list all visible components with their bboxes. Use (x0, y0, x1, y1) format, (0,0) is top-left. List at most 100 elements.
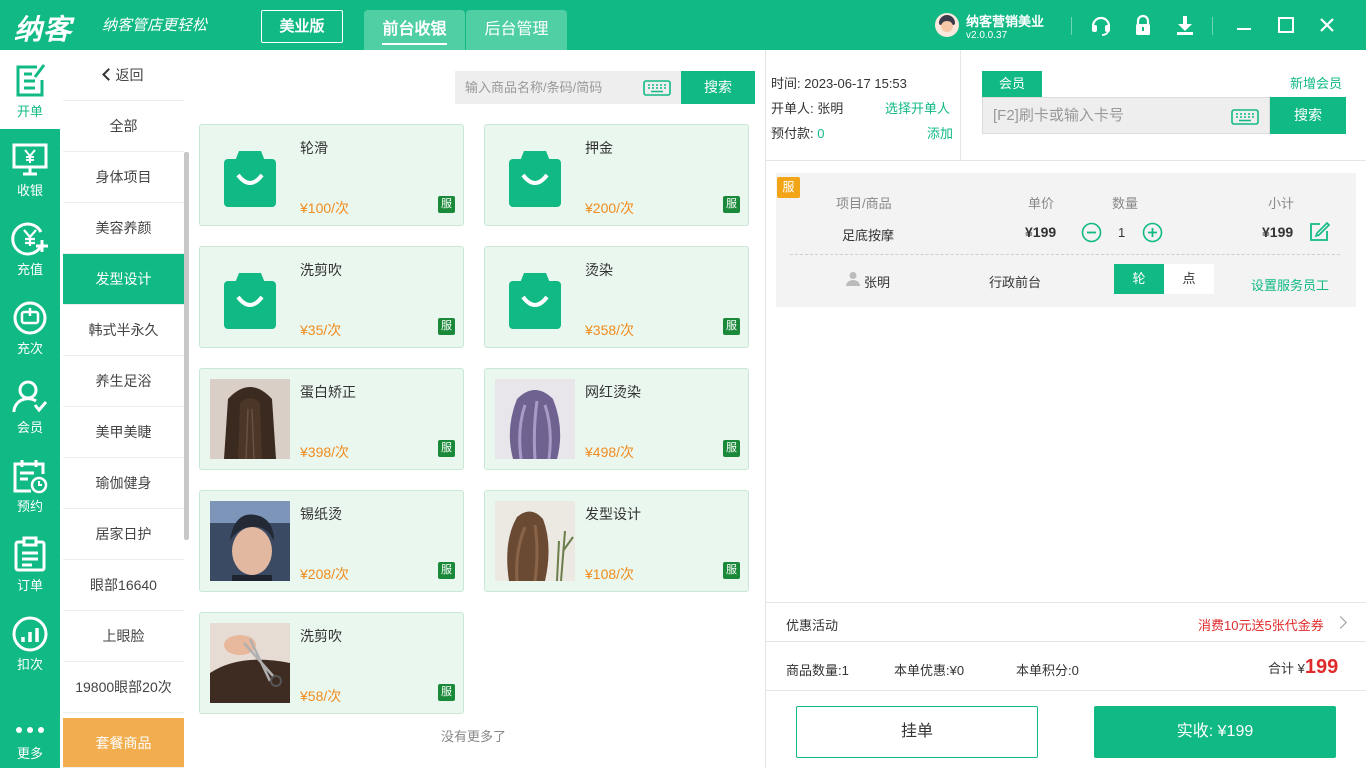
discount-label: 本单优惠: (894, 663, 950, 678)
product-card[interactable]: 发型设计 ¥108/次 服 (484, 490, 749, 592)
total-value: 199 (1304, 656, 1339, 678)
product-price: ¥398/次 (300, 444, 350, 460)
sidebar-item-label: 更多 (16, 746, 43, 761)
cashier-icon (12, 143, 48, 176)
main-sidebar: 开单 收银 充值 充次 会员 预约 订单 扣次 更多 (0, 50, 60, 768)
category-item[interactable]: 上眼脸 (63, 611, 184, 662)
product-card[interactable]: 网红烫染 ¥498/次 服 (484, 368, 749, 470)
product-card[interactable]: 烫染 ¥358/次 服 (484, 246, 749, 348)
sidebar-item-recharge[interactable]: 充值 (0, 208, 60, 287)
product-name: 蛋白矫正 (300, 384, 356, 400)
promo-value[interactable]: 消费10元送5张代金券 (1198, 615, 1324, 634)
category-item[interactable]: 居家日护 (63, 509, 184, 560)
lock-icon[interactable] (1131, 13, 1155, 37)
member-tab[interactable]: 会员 (982, 71, 1042, 97)
category-item-active[interactable]: 发型设计 (63, 254, 184, 305)
category-item[interactable]: 美容养颜 (63, 203, 184, 254)
category-item[interactable]: 美甲美睫 (63, 407, 184, 458)
edition-badge[interactable]: 美业版 (261, 10, 343, 43)
recharge-times-icon (13, 301, 47, 335)
product-search-input[interactable]: 输入商品名称/条码/简码 (455, 71, 681, 104)
sidebar-item-deduct-times[interactable]: 扣次 (0, 603, 60, 682)
shopping-bag-icon (509, 151, 561, 207)
mode-point-button[interactable]: 点 (1164, 264, 1214, 294)
product-card[interactable]: 押金 ¥200/次 服 (484, 124, 749, 226)
category-item[interactable]: 韩式半永久 (63, 305, 184, 356)
sidebar-item-orders[interactable]: 订单 (0, 524, 60, 603)
product-card[interactable]: 轮滑 ¥100/次 服 (199, 124, 464, 226)
plus-circle-icon[interactable] (1142, 222, 1163, 243)
keyboard-icon[interactable] (643, 80, 671, 96)
keyboard-icon[interactable] (1231, 109, 1259, 125)
download-icon[interactable] (1173, 13, 1197, 37)
mode-rotate-button[interactable]: 轮 (1114, 264, 1164, 294)
minimize-icon[interactable] (1232, 13, 1256, 37)
appointment-icon (13, 460, 48, 494)
sidebar-item-more[interactable]: 更多 (0, 692, 60, 771)
search-placeholder: 输入商品名称/条码/简码 (465, 80, 603, 95)
app-version: v2.0.0.37 (966, 30, 1008, 41)
hang-order-button[interactable]: 挂单 (796, 706, 1038, 758)
product-search-button[interactable]: 搜索 (681, 71, 755, 104)
select-operator-link[interactable]: 选择开单人 (885, 98, 950, 117)
headset-icon[interactable] (1089, 13, 1113, 37)
item-count: 商品数量:1 (786, 660, 849, 679)
minus-circle-icon[interactable] (1081, 222, 1102, 243)
product-name: 发型设计 (585, 506, 641, 522)
chevron-right-icon[interactable] (1334, 616, 1347, 629)
product-image (210, 257, 290, 337)
pay-button[interactable]: 实收: ¥199 (1094, 706, 1336, 758)
points-value: 0 (1071, 663, 1079, 678)
sidebar-item-member[interactable]: 会员 (0, 366, 60, 445)
category-item[interactable]: 全部 (63, 101, 184, 152)
maximize-icon[interactable] (1274, 13, 1298, 37)
category-item[interactable]: 身体项目 (63, 152, 184, 203)
back-button[interactable]: 返回 (63, 50, 184, 101)
member-search-button[interactable]: 搜索 (1270, 97, 1346, 134)
sidebar-item-label: 会员 (16, 420, 43, 435)
item-count-value: 1 (841, 663, 849, 678)
person-icon (846, 272, 860, 286)
order-total: 合计 ¥199 (1268, 656, 1338, 679)
tab-front-cashier[interactable]: 前台收银 (364, 10, 465, 50)
divider (766, 160, 1366, 161)
order-item-subtotal: ¥199 (1262, 224, 1294, 240)
member-icon (12, 380, 48, 413)
category-item[interactable]: 19800眼部20次 (63, 662, 184, 713)
product-card[interactable]: 洗剪吹 ¥58/次 服 (199, 612, 464, 714)
tab-backend-management[interactable]: 后台管理 (466, 10, 567, 50)
product-card[interactable]: 蛋白矫正 ¥398/次 服 (199, 368, 464, 470)
category-item[interactable]: 养生足浴 (63, 356, 184, 407)
close-icon[interactable] (1315, 13, 1339, 37)
shopping-bag-icon (509, 273, 561, 329)
sidebar-item-open-order[interactable]: 开单 (0, 50, 60, 129)
product-price: ¥108/次 (585, 566, 635, 582)
category-item[interactable]: 眼部16640 (63, 560, 184, 611)
sidebar-item-label: 预约 (16, 499, 43, 514)
order-item-price: ¥199 (1025, 224, 1057, 240)
product-price: ¥358/次 (585, 322, 635, 338)
total-label: 合计 ¥ (1268, 661, 1305, 676)
category-scrollbar[interactable] (184, 152, 189, 540)
promo-label: 优惠活动 (786, 618, 839, 633)
product-price: ¥100/次 (300, 200, 350, 216)
sidebar-item-recharge-times[interactable]: 充次 (0, 287, 60, 366)
points-label: 本单积分: (1016, 663, 1072, 678)
order-points: 本单积分:0 (1016, 660, 1079, 679)
add-prepaid-link[interactable]: 添加 (927, 123, 953, 142)
set-service-staff-link[interactable]: 设置服务员工 (1251, 275, 1329, 294)
new-member-link[interactable]: 新增会员 (1290, 73, 1342, 92)
sidebar-item-label: 充次 (16, 341, 43, 356)
edit-icon[interactable] (1308, 221, 1330, 243)
product-card[interactable]: 洗剪吹 ¥35/次 服 (199, 246, 464, 348)
staff-role: 行政前台 (989, 275, 1042, 290)
member-card-input[interactable]: [F2]刷卡或输入卡号 (982, 97, 1270, 134)
sidebar-item-appointment[interactable]: 预约 (0, 445, 60, 524)
product-card[interactable]: 锡纸烫 ¥208/次 服 (199, 490, 464, 592)
sidebar-item-cashier[interactable]: 收银 (0, 129, 60, 208)
order-item-name: 足底按摩 (842, 228, 895, 243)
category-item[interactable]: 瑜伽健身 (63, 458, 184, 509)
product-price: ¥208/次 (300, 566, 350, 582)
sidebar-item-label: 订单 (16, 578, 43, 593)
combo-products-button[interactable]: 套餐商品 (63, 718, 184, 768)
